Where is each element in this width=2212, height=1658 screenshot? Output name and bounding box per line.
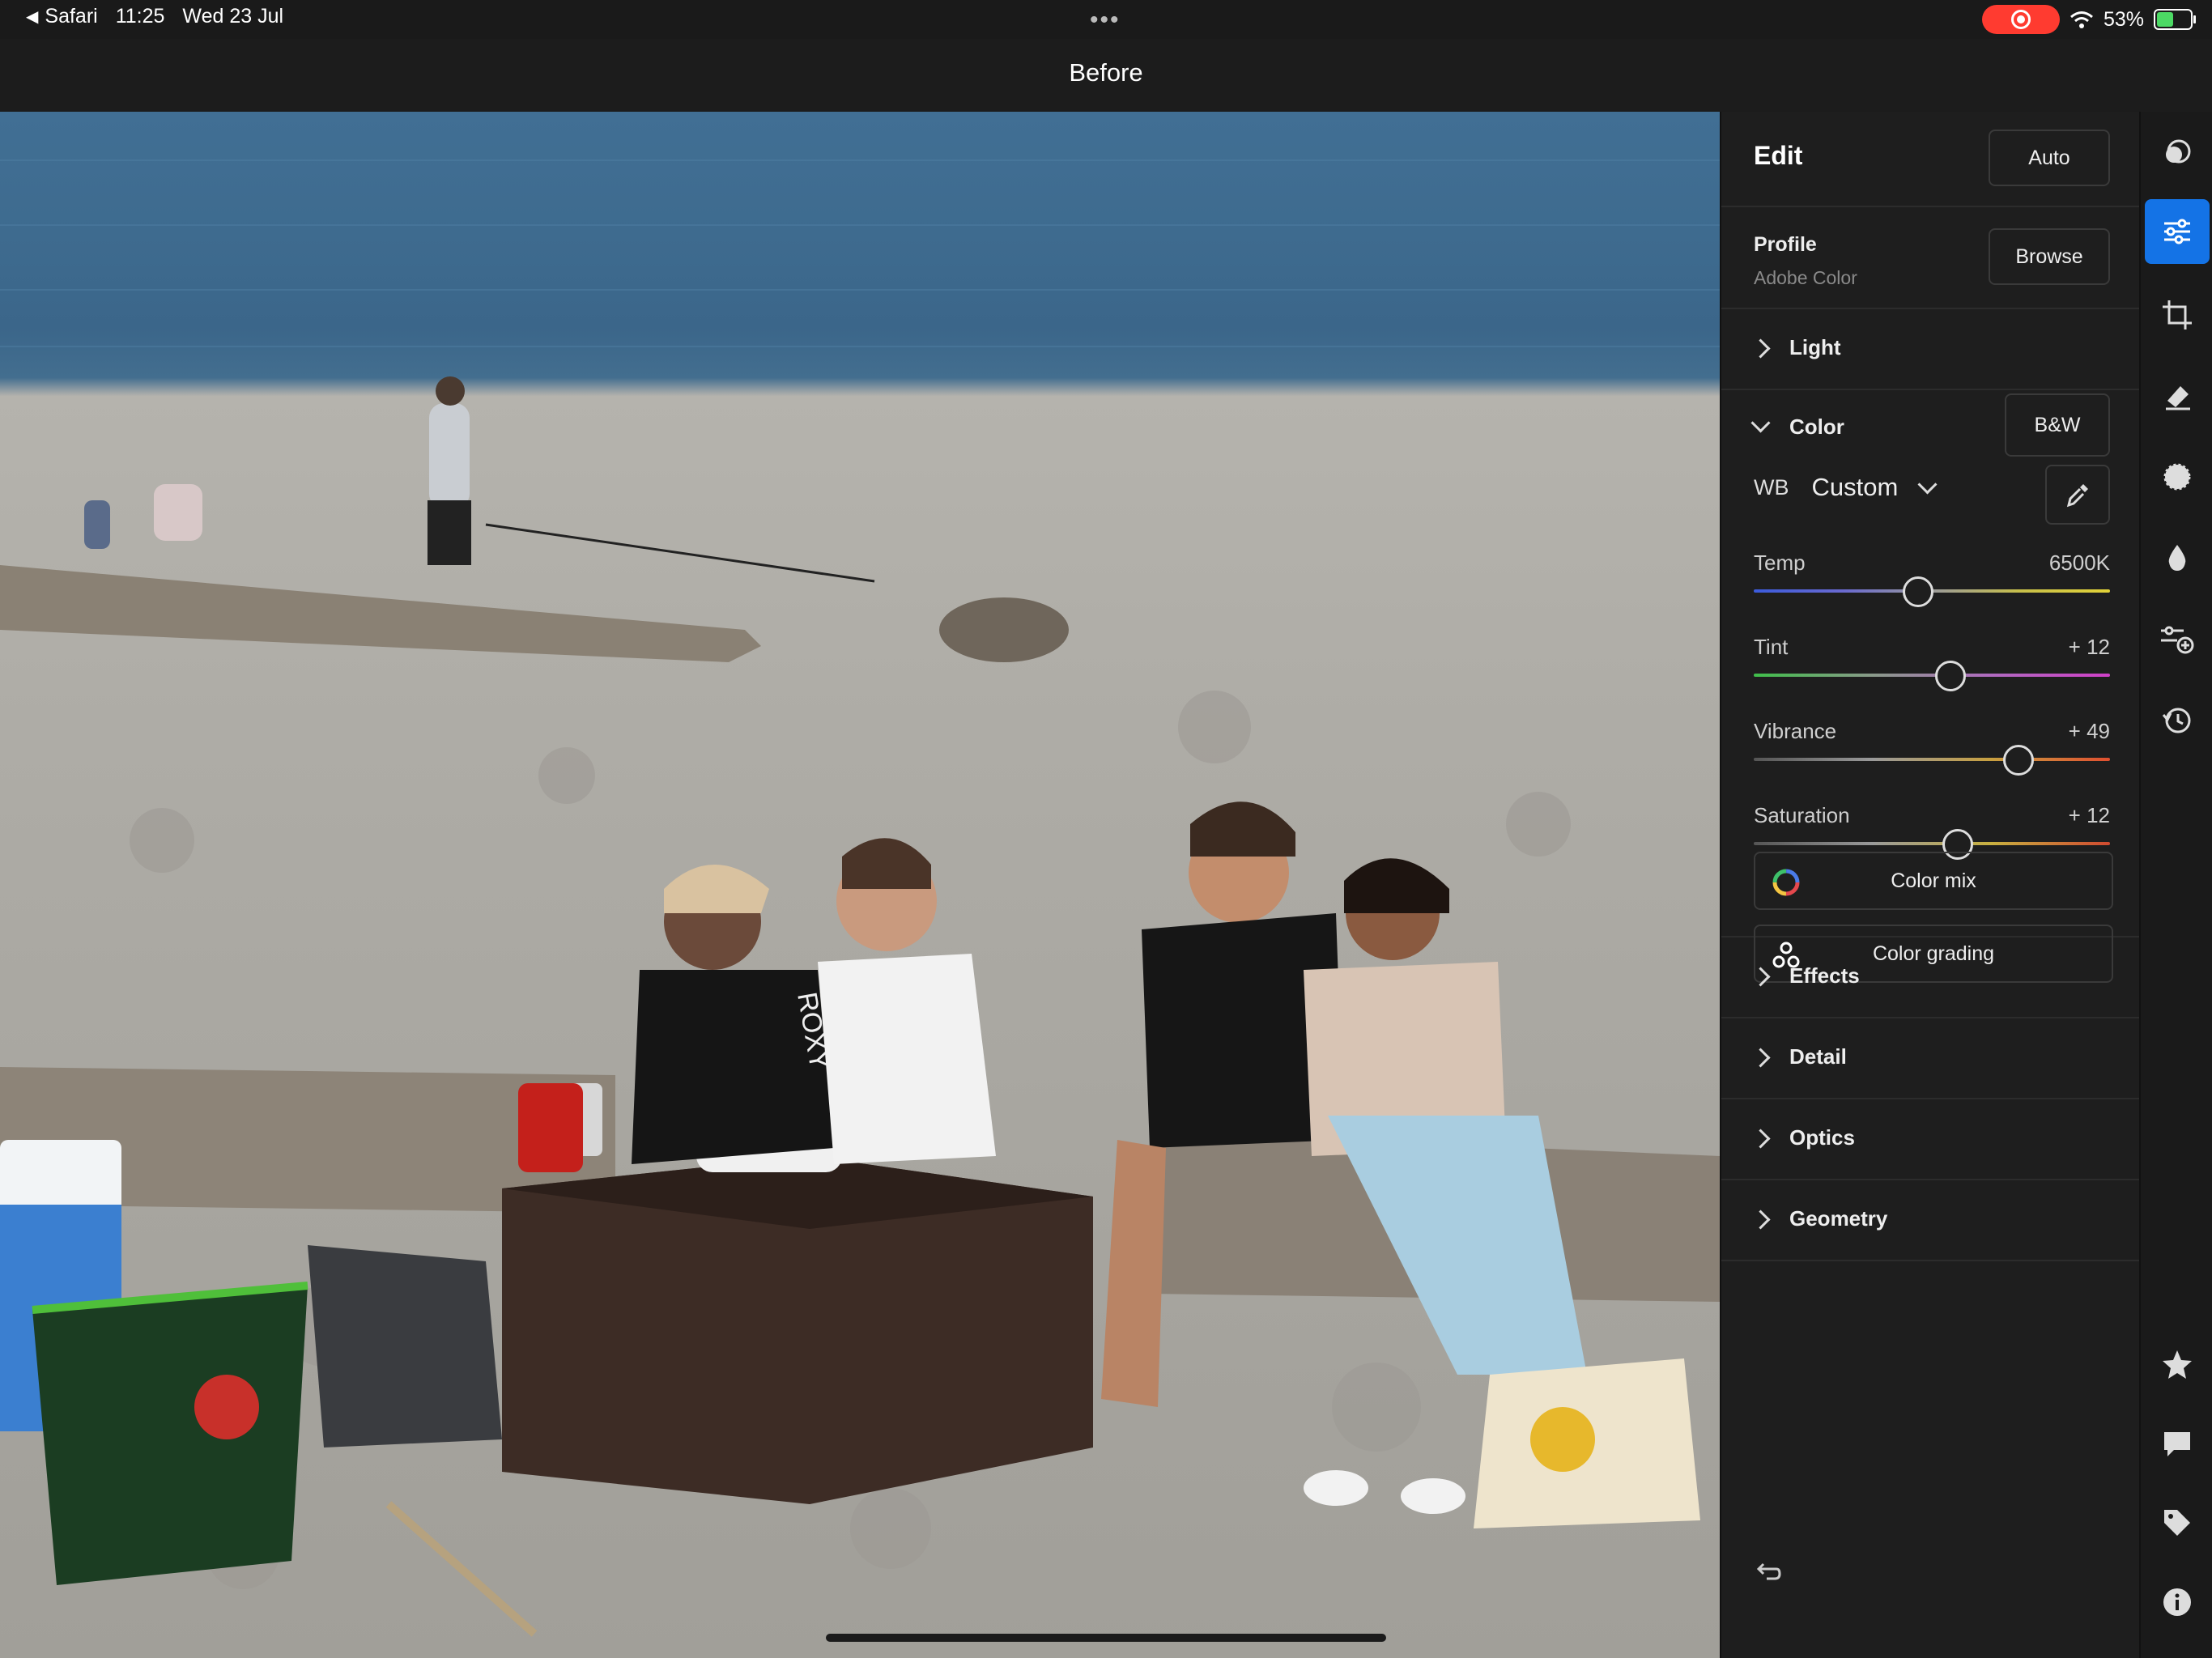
auto-button[interactable]: Auto: [1989, 130, 2110, 186]
color-mix-button[interactable]: Color mix: [1754, 852, 2113, 910]
temp-thumb[interactable]: [1903, 576, 1934, 607]
healing-drop-icon[interactable]: [2159, 539, 2196, 576]
section-effects[interactable]: Effects: [1721, 936, 2141, 1018]
profile-value: Adobe Color: [1754, 267, 1857, 288]
multitasking-dots-icon[interactable]: •••: [1090, 6, 1121, 34]
profile-section: Profile Adobe Color Browse: [1721, 206, 2141, 309]
saturation-track[interactable]: [1754, 842, 2110, 845]
adjust-add-icon[interactable]: [2159, 620, 2196, 657]
undo-icon[interactable]: [1754, 1561, 1783, 1585]
edit-header: Edit Auto: [1721, 112, 2141, 207]
section-light-label: Light: [1789, 335, 1841, 359]
profile-label: Profile: [1754, 233, 1817, 256]
status-date: Wed 23 Jul: [182, 5, 284, 28]
wb-dropdown-chevron-icon[interactable]: [1917, 474, 1938, 495]
saturation-label: Saturation: [1754, 803, 1850, 827]
tint-label: Tint: [1754, 635, 1789, 659]
eraser-icon[interactable]: [2159, 377, 2196, 414]
screen-recording-indicator[interactable]: [1981, 5, 2060, 34]
title-bar: Before: [0, 39, 2212, 112]
browse-button[interactable]: Browse: [1989, 228, 2110, 285]
tint-track[interactable]: [1754, 674, 2110, 677]
info-icon[interactable]: [2159, 1584, 2196, 1621]
chevron-down-icon[interactable]: [1750, 413, 1771, 433]
beach-photo: ROXY: [0, 159, 1720, 1637]
tint-thumb[interactable]: [1935, 661, 1966, 691]
tag-icon[interactable]: [2159, 1504, 2196, 1541]
comment-icon[interactable]: [2159, 1425, 2196, 1462]
wb-eyedropper-button[interactable]: [2045, 465, 2110, 525]
vibrance-thumb[interactable]: [2002, 745, 2034, 776]
chevron-right-icon: [1750, 338, 1771, 359]
wb-label: WB: [1754, 474, 1789, 500]
edit-title: Edit: [1754, 141, 1803, 170]
status-right: 53%: [1981, 5, 2196, 34]
vibrance-label: Vibrance: [1754, 719, 1837, 743]
section-color-label[interactable]: Color: [1789, 414, 1844, 440]
section-optics-label: Optics: [1789, 1125, 1855, 1150]
back-arrow-icon[interactable]: ◀: [26, 6, 38, 27]
section-color: Color B&W WB Custom Temp 6500K Tint + 12: [1721, 389, 2141, 983]
chevron-right-icon: [1750, 1129, 1771, 1149]
edit-panel: Edit Auto Profile Adobe Color Browse Lig…: [1720, 112, 2141, 1658]
temp-value: 6500K: [2048, 551, 2110, 575]
eyedropper-icon: [2066, 484, 2088, 508]
section-geometry-label: Geometry: [1789, 1206, 1888, 1231]
temp-label: Temp: [1754, 551, 1806, 575]
crop-icon[interactable]: [2159, 296, 2196, 334]
presets-icon[interactable]: [2159, 134, 2196, 172]
wb-row[interactable]: WB Custom: [1754, 473, 1938, 502]
saturation-value: + 12: [2068, 803, 2110, 827]
status-time: 11:25: [115, 5, 165, 28]
tool-rail: [2139, 112, 2212, 1658]
section-detail-label: Detail: [1789, 1044, 1847, 1069]
section-geometry[interactable]: Geometry: [1721, 1179, 2141, 1261]
edit-sliders-icon[interactable]: [2159, 213, 2196, 250]
page-title: Before: [1069, 58, 1143, 87]
home-indicator: [826, 1634, 1386, 1642]
wifi-icon: [2069, 11, 2093, 28]
chevron-right-icon: [1750, 1048, 1771, 1068]
star-rating-icon[interactable]: [2159, 1346, 2196, 1383]
section-light[interactable]: Light: [1721, 308, 2141, 390]
battery-percent: 53%: [2103, 7, 2144, 31]
tint-value: + 12: [2068, 635, 2110, 659]
photo-canvas[interactable]: ROXY: [0, 112, 1720, 1658]
history-icon[interactable]: [2159, 701, 2196, 738]
masking-icon[interactable]: [2159, 458, 2196, 495]
bw-button[interactable]: B&W: [2005, 393, 2110, 457]
record-icon: [2010, 10, 2031, 29]
wb-value[interactable]: Custom: [1812, 473, 1899, 502]
color-mix-label: Color mix: [1891, 869, 1976, 892]
status-left: ◀ Safari 11:25 Wed 23 Jul: [26, 5, 283, 28]
section-detail[interactable]: Detail: [1721, 1017, 2141, 1099]
status-bar: ◀ Safari 11:25 Wed 23 Jul ••• 53%: [0, 0, 2212, 39]
back-app-label[interactable]: Safari: [45, 5, 97, 28]
chevron-right-icon: [1750, 967, 1771, 987]
vibrance-track[interactable]: [1754, 758, 2110, 761]
section-optics[interactable]: Optics: [1721, 1098, 2141, 1180]
battery-level: [2157, 12, 2174, 27]
vibrance-value: + 49: [2068, 719, 2110, 743]
battery-icon: [2154, 9, 2196, 30]
chevron-right-icon: [1750, 1209, 1771, 1230]
section-effects-label: Effects: [1789, 963, 1860, 988]
